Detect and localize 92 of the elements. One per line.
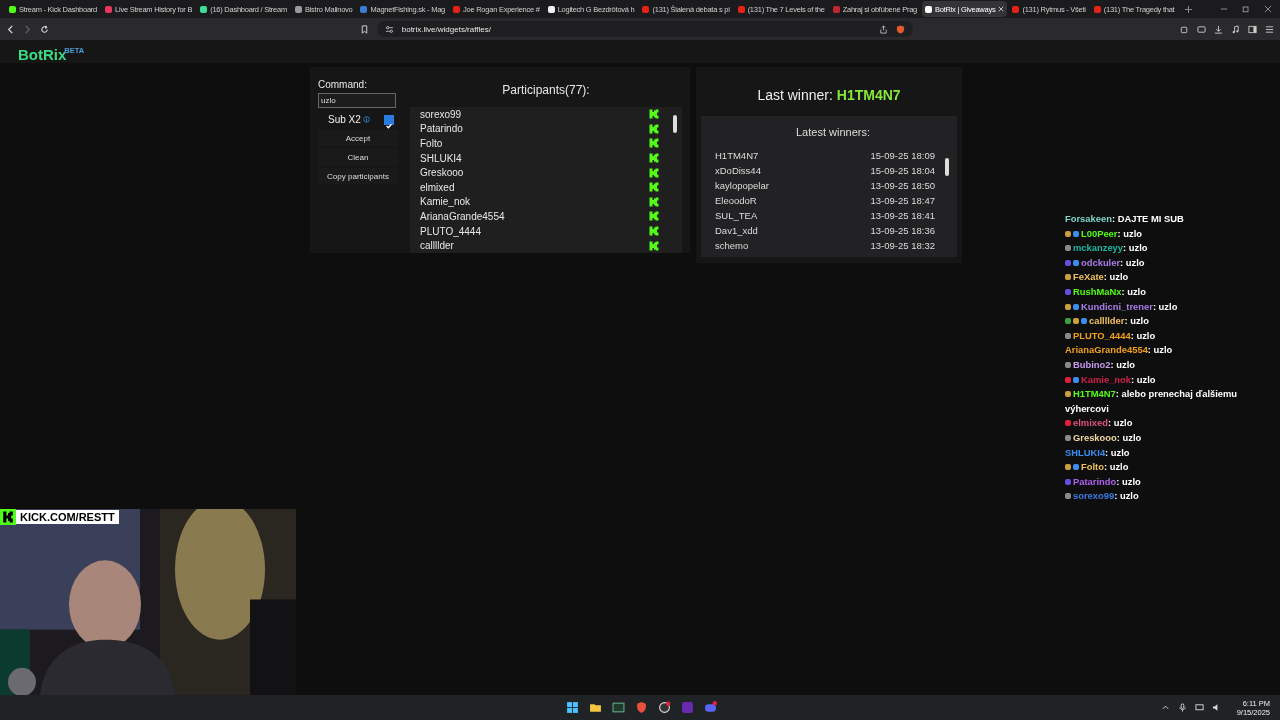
chat-message: elmixed: uzlo	[1065, 416, 1265, 431]
kick-icon	[649, 123, 659, 134]
chat-message: Forsakeen: DAJTE MI SUB	[1065, 212, 1185, 226]
kick-icon	[649, 138, 659, 149]
winner-name: schemo	[715, 240, 749, 253]
kick-icon	[649, 211, 659, 222]
reload-icon[interactable]	[40, 24, 49, 34]
chat-message: FeXate: uzlo	[1065, 270, 1265, 285]
win-time: 15-09-25 18:04	[870, 165, 935, 178]
win-time: 13-09-25 18:47	[870, 195, 935, 208]
badge-icon	[1065, 391, 1071, 398]
chat-app-icon[interactable]	[704, 701, 717, 714]
win-time: 15-09-25 18:09	[870, 150, 935, 163]
command-label: Command:	[318, 79, 368, 90]
chat-message: Kamie_nok: uzlo	[1065, 372, 1265, 388]
chat-message: mckanzeyy: uzlo	[1065, 241, 1265, 256]
kick-icon	[649, 196, 659, 207]
kick-icon	[649, 167, 659, 178]
participant-name: Kamie_nok	[420, 196, 471, 208]
kick-icon	[649, 240, 659, 251]
chat-message: Bubino2: uzlo	[1065, 357, 1265, 373]
kick-icon	[649, 109, 659, 120]
participant-name: Greskooo	[420, 167, 464, 179]
chat-message: H1TM4N7: alebo prenechaj ďalšiemu výhercovi	[1065, 387, 1239, 416]
chat-message: PLUTO_4444: uzlo	[1065, 328, 1265, 344]
participant-name: sorexo99	[420, 108, 462, 120]
winner-name: SUL_TEA	[715, 210, 758, 223]
chat-message: L00Peer: uzlo	[1065, 226, 1265, 242]
kick-icon	[649, 153, 659, 164]
winner-name: H1TM4N7	[715, 150, 759, 163]
winner-name: kaylopopelar	[715, 180, 769, 193]
channel-label: KICK.COM/RESTT	[16, 510, 119, 524]
chat-message: sorexo99: uzlo	[1065, 489, 1265, 504]
menu-icon[interactable]	[1265, 24, 1274, 34]
close-icon[interactable]	[1264, 5, 1272, 13]
kick-icon	[649, 182, 659, 193]
winner-name: Dav1_xdd	[715, 225, 758, 238]
winner-name: EleoodoR	[715, 195, 757, 208]
chat-message: ArianaGrande4554: uzlo	[1065, 343, 1174, 358]
download-icon[interactable]	[1214, 24, 1223, 34]
sidebar-icon[interactable]	[1248, 24, 1257, 34]
win-time: 13-09-25 18:50	[870, 180, 935, 193]
chat-message: odckuler: uzlo	[1065, 255, 1265, 271]
participants-heading: Participants(77):	[501, 82, 591, 99]
badge-icon	[1065, 493, 1071, 500]
win-time: 13-09-25 18:32	[870, 240, 935, 253]
monitor-icon[interactable]	[1194, 703, 1204, 712]
participant-name: callllder	[420, 240, 454, 252]
participant-name: PLUTO_4444	[420, 225, 481, 237]
chat-message: Kundicni_trener: uzlo	[1065, 299, 1265, 315]
caret-icon[interactable]	[1160, 703, 1170, 712]
start-icon[interactable]	[566, 701, 579, 714]
back-icon[interactable]	[6, 24, 15, 34]
win-time: 13-09-25 18:41	[870, 210, 935, 223]
action-button[interactable]: Clean	[318, 149, 398, 165]
participant-name: Patarindo	[420, 123, 463, 135]
last-winner-heading: Last winner: H1TM4N7	[757, 87, 901, 103]
chat-message: callllder: uzlo	[1065, 314, 1265, 329]
latest-winners-heading: Latest winners:	[795, 126, 871, 138]
restore-icon[interactable]	[1242, 5, 1250, 13]
info-icon[interactable]	[362, 116, 370, 123]
chat-message: Greskooo: uzlo	[1065, 430, 1265, 446]
bookmark-icon[interactable]	[359, 24, 369, 34]
wallet-icon[interactable]	[1197, 24, 1206, 34]
badge-icon	[1065, 361, 1071, 368]
shield-icon[interactable]	[896, 24, 906, 34]
chat-message: RushMaNx: uzlo	[1065, 284, 1265, 300]
participant-name: elmixed	[420, 181, 455, 193]
share-icon[interactable]	[879, 24, 889, 34]
chat-message: Folto: uzlo	[1065, 460, 1265, 475]
participant-name: ArianaGrande4554	[420, 210, 505, 222]
win-time: 13-09-25 18:36	[870, 225, 935, 238]
kick-logo	[0, 509, 16, 525]
winner-name: xDoDiss44	[715, 165, 761, 178]
command-input[interactable]: uzlo	[318, 93, 396, 108]
action-button[interactable]: Accept	[318, 130, 398, 146]
folder-icon[interactable]	[589, 701, 602, 714]
terminal-icon[interactable]	[612, 701, 625, 714]
new-tab-icon[interactable]	[1185, 5, 1193, 13]
microphone-icon[interactable]	[1177, 703, 1187, 712]
address-field[interactable]: botrix.live/widgets/raffles/	[376, 21, 914, 37]
action-button[interactable]: Copy participants	[318, 168, 398, 184]
participant-name: Folto	[420, 138, 443, 149]
participant-name: SHLUKI4	[420, 152, 462, 164]
music-icon[interactable]	[1231, 24, 1240, 34]
close-icon[interactable]	[998, 6, 1005, 12]
kick-icon	[649, 226, 659, 237]
chat-message: SHLUKI4: uzlo	[1065, 445, 1131, 460]
option-label: Sub X2	[328, 114, 361, 125]
site-settings-icon	[384, 24, 394, 34]
chat-message: Patarindo: uzlo	[1065, 474, 1265, 490]
record-icon[interactable]	[658, 701, 671, 714]
